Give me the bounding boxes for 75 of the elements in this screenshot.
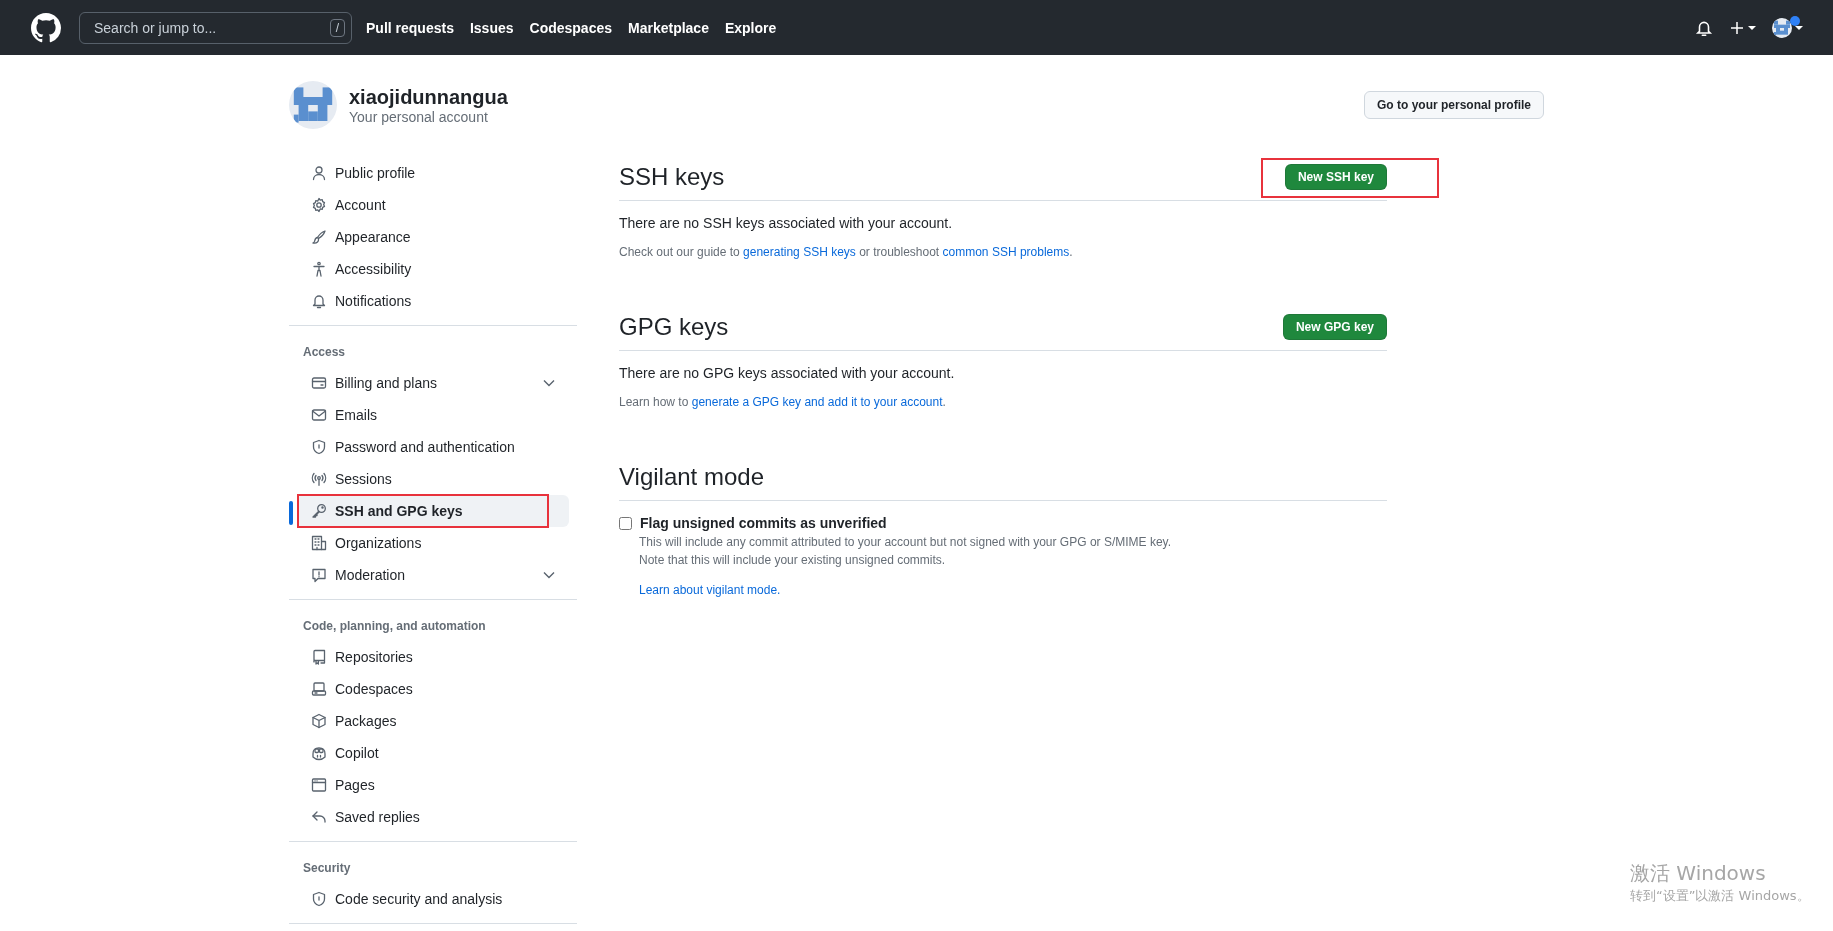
sidebar-item[interactable]: Public profile bbox=[297, 157, 569, 189]
checkbox-label: Flag unsigned commits as unverified bbox=[640, 515, 887, 531]
sidebar-item[interactable]: Moderation bbox=[297, 559, 569, 591]
plus-icon bbox=[1729, 19, 1745, 36]
key-icon bbox=[311, 503, 327, 519]
nav-link[interactable]: Marketplace bbox=[628, 19, 709, 36]
caret-icon bbox=[1748, 25, 1756, 30]
logo-icon[interactable] bbox=[31, 12, 61, 43]
sidebar-item[interactable]: Notifications bbox=[297, 285, 569, 317]
sidebar-item[interactable]: Packages bbox=[297, 705, 569, 737]
activation-subtitle: 转到“设置”以激活 Windows。 bbox=[1630, 887, 1810, 905]
sidebar-item[interactable]: Pages bbox=[297, 769, 569, 801]
search-input[interactable]: Search or jump to... bbox=[92, 18, 330, 37]
caret-icon bbox=[1795, 25, 1803, 30]
gear-icon bbox=[311, 197, 327, 213]
nav-link[interactable]: Pull requests bbox=[366, 19, 454, 36]
sidebar-item[interactable]: Billing and plans bbox=[297, 367, 569, 399]
help-link[interactable]: generating SSH keys bbox=[743, 245, 856, 259]
paintbrush-icon bbox=[311, 229, 327, 245]
account-name: xiaojidunnangua bbox=[349, 85, 508, 109]
profile-avatar[interactable] bbox=[289, 81, 337, 129]
sidebar-item[interactable]: Code security and analysis bbox=[297, 883, 569, 915]
copilot-icon bbox=[311, 745, 327, 761]
new-key-button[interactable]: New SSH key bbox=[1284, 163, 1387, 190]
sidebar-item[interactable]: Organizations bbox=[297, 527, 569, 559]
repository-icon bbox=[311, 649, 327, 665]
shield-icon bbox=[311, 439, 327, 455]
sidebar-item[interactable]: Copilot bbox=[297, 737, 569, 769]
empty-message: There are no SSH keys associated with your account. bbox=[619, 215, 954, 231]
empty-message: There are no GPG keys associated with your account. bbox=[619, 365, 956, 381]
sidebar-item[interactable]: Password and authentication bbox=[297, 431, 569, 463]
bell-icon bbox=[311, 293, 327, 309]
sidebar-item[interactable]: Codespaces bbox=[297, 673, 569, 705]
credit-card-icon bbox=[311, 375, 327, 391]
sidebar-item[interactable]: Account bbox=[297, 189, 569, 221]
section-heading: Code, planning, and automation bbox=[302, 618, 487, 635]
speech-bubble-icon bbox=[311, 567, 327, 583]
help-text: Check out our guide to generating SSH keys or troubleshoot common SSH problems. bbox=[619, 245, 1074, 259]
accessibility-icon bbox=[311, 261, 327, 277]
profile-button[interactable]: Go to your personal profile bbox=[1364, 91, 1544, 119]
checkbox[interactable] bbox=[619, 516, 632, 530]
section-title: GPG keys bbox=[619, 312, 729, 341]
envelope-icon bbox=[311, 407, 327, 423]
package-icon bbox=[311, 713, 327, 729]
sidebar-item[interactable]: Sessions bbox=[297, 463, 569, 495]
nav-link[interactable]: Issues bbox=[469, 19, 514, 36]
learn-more-link[interactable]: Learn about vigilant mode. bbox=[639, 583, 781, 597]
building-icon bbox=[311, 535, 327, 551]
nav-link[interactable]: Codespaces bbox=[529, 19, 612, 36]
description-text: Note that this will include your existing unsigned commits. bbox=[639, 552, 947, 569]
section-heading: Access bbox=[302, 344, 347, 361]
sidebar-item[interactable]: Emails bbox=[297, 399, 569, 431]
sidebar-item[interactable]: Appearance bbox=[297, 221, 569, 253]
sidebar-item[interactable]: Repositories bbox=[297, 641, 569, 673]
new-key-button[interactable]: New GPG key bbox=[1282, 313, 1387, 340]
description-text: This will include any commit attributed to your account but not signed with your GPG or S/MIME key. bbox=[639, 534, 1172, 551]
search-field[interactable]: Search or jump to... / bbox=[79, 11, 352, 44]
shortcut-key: / bbox=[329, 18, 345, 37]
reply-icon bbox=[311, 809, 327, 825]
broadcast-icon bbox=[311, 471, 327, 487]
shield-icon bbox=[311, 891, 327, 907]
section-title: SSH keys bbox=[619, 162, 725, 191]
sidebar-item[interactable]: Saved replies bbox=[297, 801, 569, 833]
avatar[interactable] bbox=[1772, 17, 1792, 38]
person-icon bbox=[311, 165, 327, 181]
laptop-icon bbox=[311, 681, 327, 697]
nav-link[interactable]: Explore bbox=[724, 19, 777, 36]
browser-window-icon bbox=[311, 777, 327, 793]
activation-title: 激活 Windows bbox=[1630, 860, 1767, 887]
account-subtitle: Your personal account bbox=[349, 109, 489, 125]
section-title: Vigilant mode bbox=[619, 462, 764, 491]
help-text: Learn how to generate a GPG key and add it to your account. bbox=[619, 395, 947, 409]
help-link[interactable]: generate a GPG key and add it to your account bbox=[691, 395, 943, 409]
section-heading: Security bbox=[302, 860, 352, 877]
sidebar-item[interactable]: Accessibility bbox=[297, 253, 569, 285]
